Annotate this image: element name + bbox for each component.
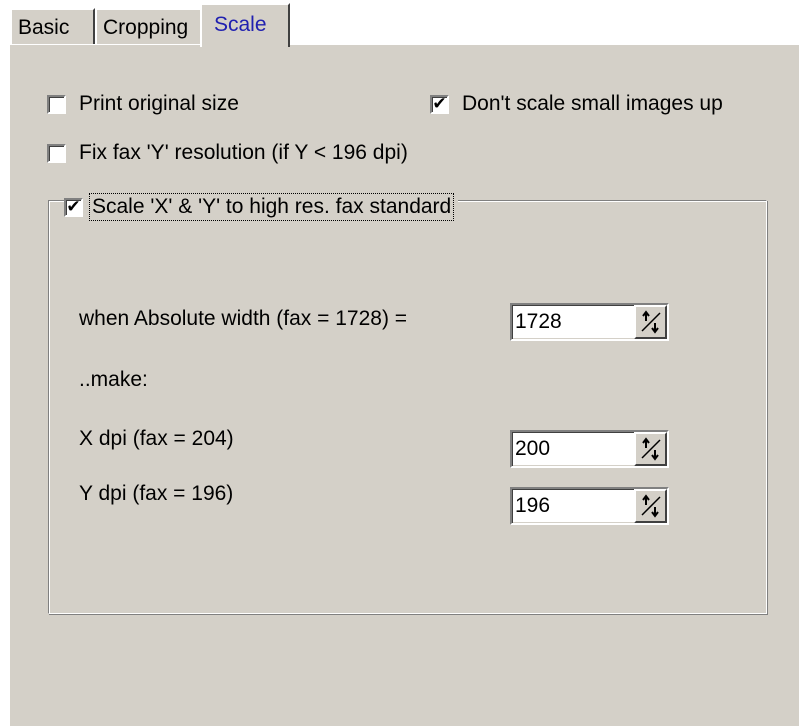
- y-dpi-label: Y dpi (fax = 196): [79, 482, 234, 505]
- tab-basic[interactable]: Basic: [10, 8, 95, 44]
- tab-scale[interactable]: Scale: [200, 3, 290, 47]
- scale-xy-fax-checkbox[interactable]: ✔: [64, 196, 83, 217]
- spin-updown-icon: [641, 310, 661, 334]
- tab-scale-label: Scale: [214, 13, 267, 36]
- absolute-width-spin-button[interactable]: [634, 305, 667, 339]
- print-original-size-option[interactable]: Print original size: [47, 92, 239, 116]
- make-label: ..make:: [79, 368, 148, 391]
- absolute-width-spinedit[interactable]: 1728: [510, 303, 669, 341]
- spin-updown-icon: [641, 494, 661, 518]
- y-dpi-value[interactable]: 196: [512, 489, 634, 523]
- x-dpi-value[interactable]: 200: [512, 432, 634, 466]
- check-icon: ✔: [432, 93, 447, 114]
- scale-xy-fax-option[interactable]: ✔ Scale 'X' & 'Y' to high res. fax stand…: [64, 193, 459, 221]
- x-dpi-label: X dpi (fax = 204): [79, 427, 234, 450]
- y-dpi-spin-button[interactable]: [634, 489, 667, 523]
- fix-fax-y-label: Fix fax 'Y' resolution (if Y < 196 dpi): [79, 141, 408, 164]
- x-dpi-spin-button[interactable]: [634, 432, 667, 466]
- tab-cropping[interactable]: Cropping: [95, 8, 202, 44]
- y-dpi-spinedit[interactable]: 196: [510, 487, 669, 525]
- print-original-size-checkbox[interactable]: [47, 94, 66, 114]
- scale-xy-fax-label: Scale 'X' & 'Y' to high res. fax standar…: [88, 193, 455, 221]
- absolute-width-value[interactable]: 1728: [512, 305, 634, 339]
- x-dpi-spinedit[interactable]: 200: [510, 430, 669, 468]
- check-icon: ✔: [66, 196, 81, 217]
- tab-basic-label: Basic: [18, 16, 70, 39]
- tab-cropping-label: Cropping: [103, 16, 189, 39]
- print-original-size-label: Print original size: [79, 92, 239, 115]
- scale-fax-groupbox: [48, 200, 767, 614]
- fix-fax-y-checkbox[interactable]: [47, 143, 66, 163]
- dont-scale-small-up-option[interactable]: ✔ Don't scale small images up: [430, 92, 723, 116]
- fix-fax-y-option[interactable]: Fix fax 'Y' resolution (if Y < 196 dpi): [47, 141, 408, 165]
- dont-scale-small-up-label: Don't scale small images up: [462, 92, 723, 115]
- spin-updown-icon: [641, 437, 661, 461]
- absolute-width-label: when Absolute width (fax = 1728) =: [79, 307, 408, 330]
- dont-scale-small-up-checkbox[interactable]: ✔: [430, 93, 449, 114]
